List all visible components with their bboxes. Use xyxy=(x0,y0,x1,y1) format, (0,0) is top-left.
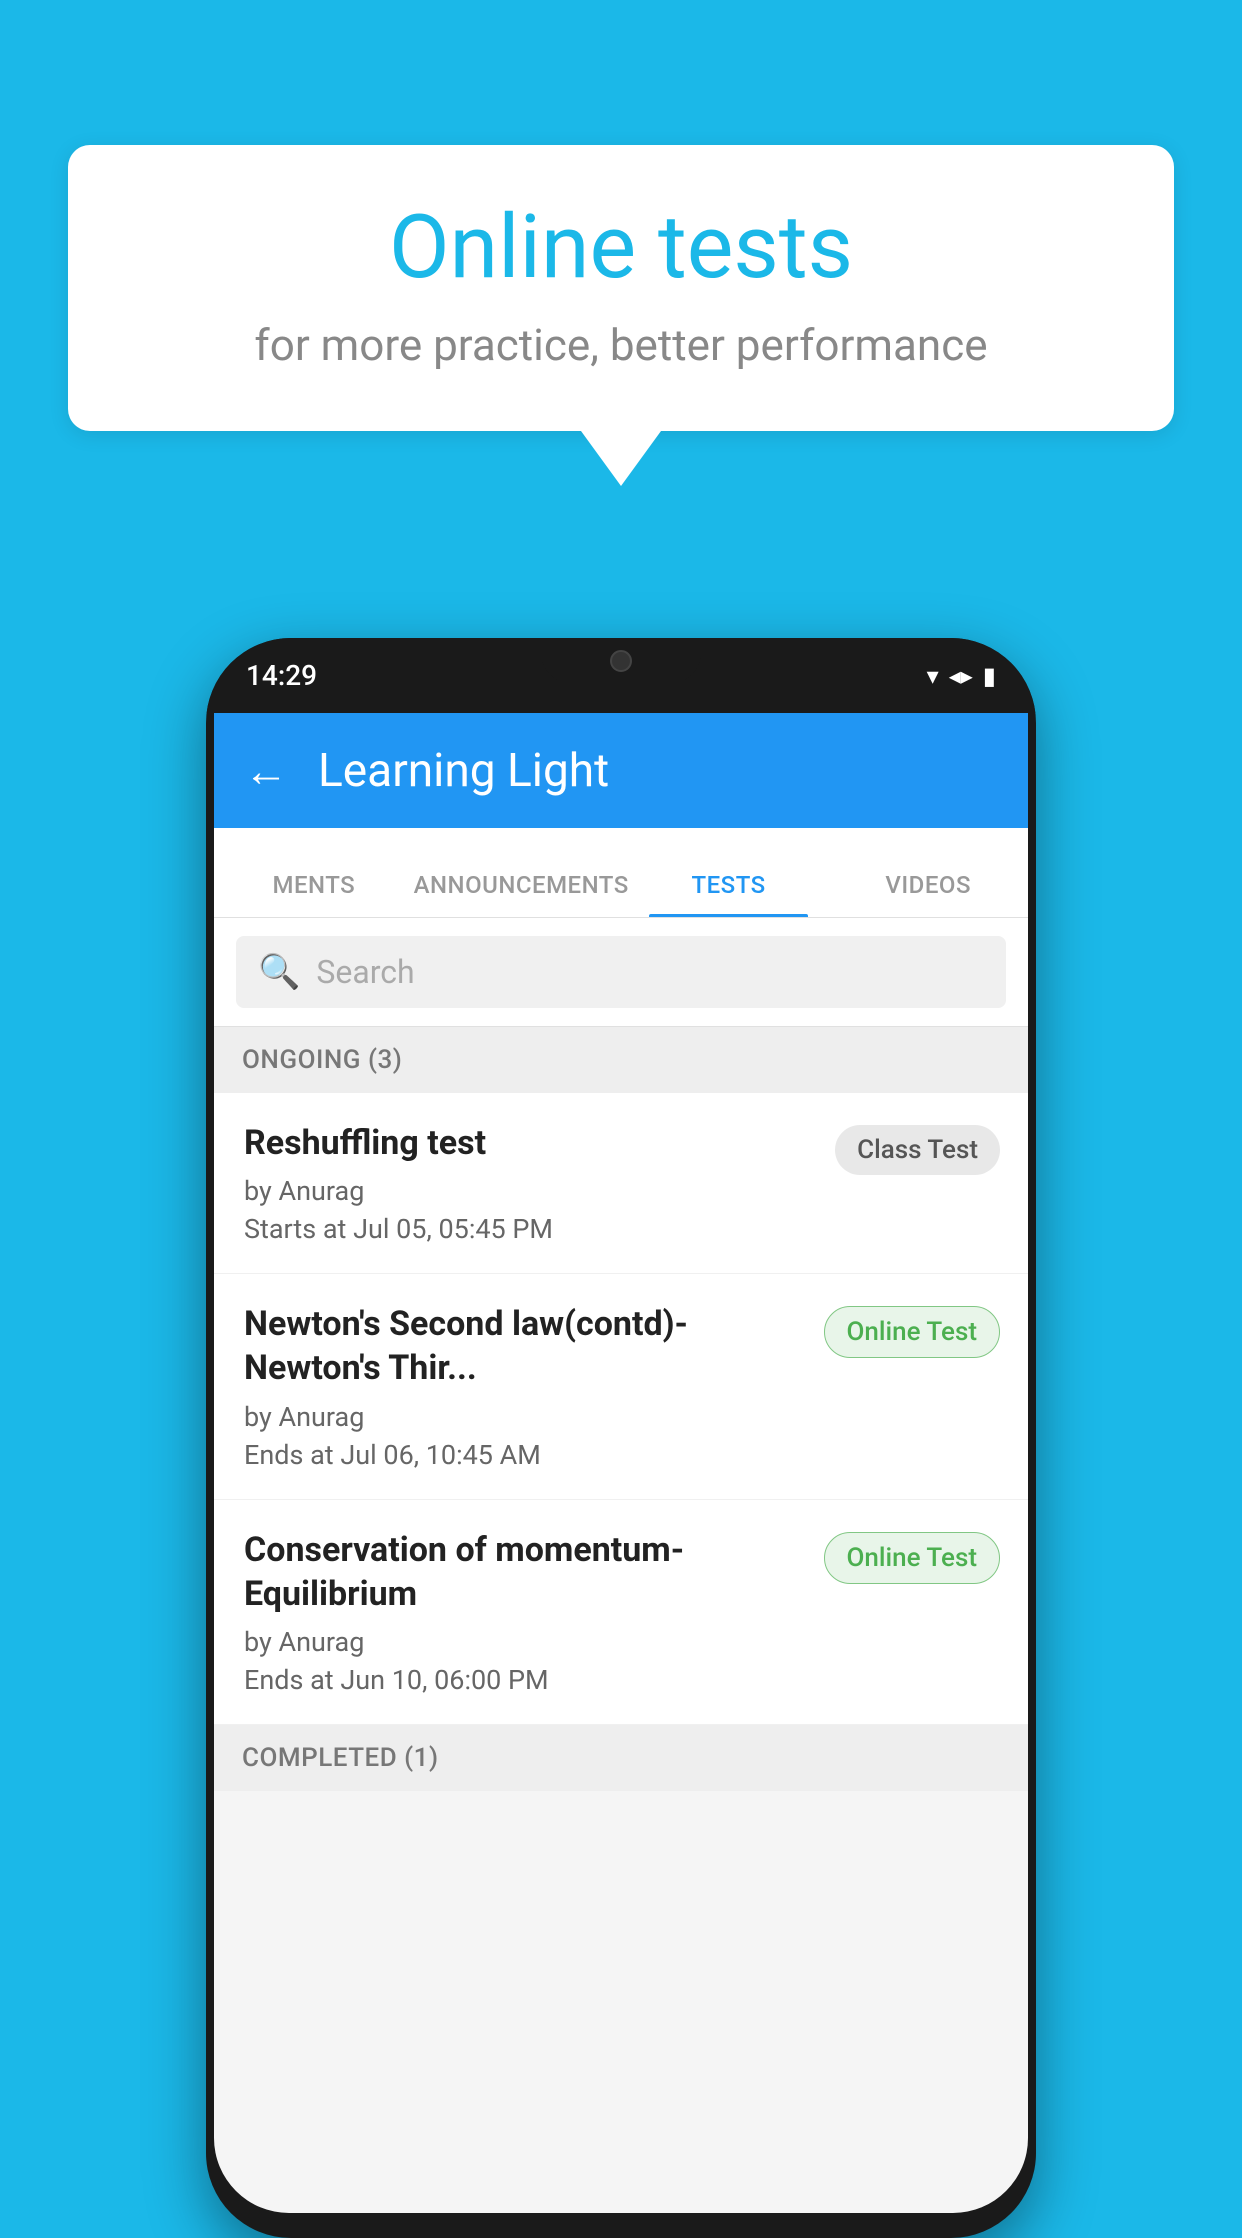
completed-section-header: COMPLETED (1) xyxy=(214,1725,1028,1791)
status-icons: ▾ ◂▸ ▮ xyxy=(927,662,996,690)
test-item-2-badge: Online Test xyxy=(824,1306,1001,1358)
speech-bubble-arrow xyxy=(581,431,661,486)
search-placeholder: Search xyxy=(316,953,414,991)
test-item-2-time: Ends at Jul 06, 10:45 AM xyxy=(244,1439,804,1471)
speech-bubble-subtitle: for more practice, better performance xyxy=(128,319,1114,371)
speech-bubble-title: Online tests xyxy=(128,200,1114,297)
speech-bubble: Online tests for more practice, better p… xyxy=(68,145,1174,431)
camera xyxy=(610,650,632,672)
tab-ments[interactable]: MENTS xyxy=(214,871,414,917)
test-item-1-time: Starts at Jul 05, 05:45 PM xyxy=(244,1213,815,1245)
tab-videos[interactable]: VIDEOS xyxy=(828,871,1028,917)
search-icon: 🔍 xyxy=(258,952,300,992)
test-item-1-badge: Class Test xyxy=(835,1125,1000,1175)
speech-bubble-container: Online tests for more practice, better p… xyxy=(68,145,1174,486)
test-item-3-title: Conservation of momentum-Equilibrium xyxy=(244,1528,804,1616)
test-item-2-author: by Anurag xyxy=(244,1401,804,1433)
test-item-3-badge: Online Test xyxy=(824,1532,1001,1584)
test-item-1-author: by Anurag xyxy=(244,1175,815,1207)
test-item-3[interactable]: Conservation of momentum-Equilibrium by … xyxy=(214,1500,1028,1725)
test-item-3-author: by Anurag xyxy=(244,1626,804,1658)
test-item-1-title: Reshuffling test xyxy=(244,1121,815,1165)
test-item-3-info: Conservation of momentum-Equilibrium by … xyxy=(244,1528,824,1696)
test-item-1[interactable]: Reshuffling test by Anurag Starts at Jul… xyxy=(214,1093,1028,1274)
signal-icon: ◂▸ xyxy=(949,662,973,690)
wifi-icon: ▾ xyxy=(927,662,939,690)
test-item-2-title: Newton's Second law(contd)-Newton's Thir… xyxy=(244,1302,804,1390)
battery-icon: ▮ xyxy=(983,662,996,690)
app-bar: ← Learning Light xyxy=(214,713,1028,828)
phone-notch xyxy=(541,638,701,683)
status-bar: 14:29 ▾ ◂▸ ▮ xyxy=(206,638,1036,713)
status-time: 14:29 xyxy=(246,659,317,692)
back-button[interactable]: ← xyxy=(244,745,288,797)
search-container: 🔍 Search xyxy=(214,918,1028,1027)
ongoing-section-header: ONGOING (3) xyxy=(214,1027,1028,1093)
phone-screen: ← Learning Light MENTS ANNOUNCEMENTS TES… xyxy=(214,713,1028,2213)
phone-frame: 14:29 ▾ ◂▸ ▮ ← Learning Light MENTS ANNO… xyxy=(206,638,1036,2238)
app-bar-title: Learning Light xyxy=(318,744,609,798)
tabs-bar: MENTS ANNOUNCEMENTS TESTS VIDEOS xyxy=(214,828,1028,918)
test-item-1-info: Reshuffling test by Anurag Starts at Jul… xyxy=(244,1121,835,1245)
tab-announcements[interactable]: ANNOUNCEMENTS xyxy=(414,871,629,917)
search-input-wrapper[interactable]: 🔍 Search xyxy=(236,936,1006,1008)
test-item-3-time: Ends at Jun 10, 06:00 PM xyxy=(244,1664,804,1696)
tab-tests[interactable]: TESTS xyxy=(629,871,829,917)
test-item-2-info: Newton's Second law(contd)-Newton's Thir… xyxy=(244,1302,824,1470)
test-item-2[interactable]: Newton's Second law(contd)-Newton's Thir… xyxy=(214,1274,1028,1499)
